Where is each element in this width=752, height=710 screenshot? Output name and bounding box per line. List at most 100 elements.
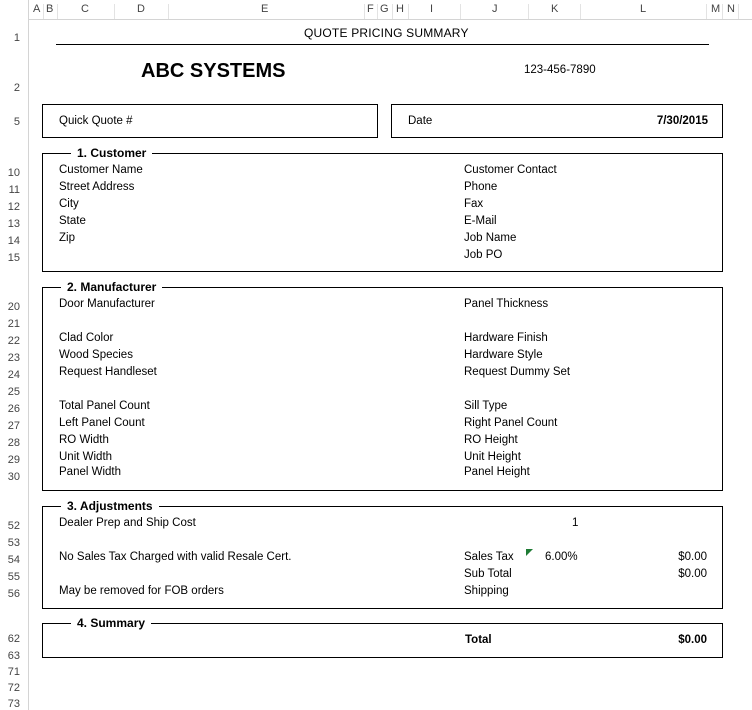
- row-header[interactable]: 29: [8, 454, 20, 466]
- column-header-l[interactable]: L: [640, 3, 646, 15]
- column-header-a[interactable]: A: [33, 3, 40, 15]
- date-label: Date: [408, 115, 433, 127]
- quick-quote-label: Quick Quote #: [59, 115, 133, 127]
- column-header-c[interactable]: C: [81, 3, 89, 15]
- panel-thickness-label: Panel Thickness: [464, 298, 549, 310]
- row-header[interactable]: 72: [8, 682, 20, 694]
- street-address-label: Street Address: [59, 181, 135, 193]
- state-label: State: [59, 215, 86, 227]
- row-header[interactable]: 53: [8, 537, 20, 549]
- customer-section: 1. Customer Customer Name Street Address…: [42, 146, 723, 272]
- row-header[interactable]: 5: [14, 116, 20, 128]
- row-header[interactable]: 22: [8, 335, 20, 347]
- row-header[interactable]: 1: [14, 32, 20, 44]
- column-header-f[interactable]: F: [367, 3, 374, 15]
- column-header-e[interactable]: E: [261, 3, 268, 15]
- column-header-j[interactable]: J: [492, 3, 498, 15]
- wood-species-label: Wood Species: [59, 349, 133, 361]
- column-header-k[interactable]: K: [551, 3, 558, 15]
- column-header-bar: A B C D E F G H I J K L M N: [0, 0, 752, 20]
- hardware-finish-label: Hardware Finish: [464, 332, 548, 344]
- row-header[interactable]: 30: [8, 471, 20, 483]
- row-header[interactable]: 27: [8, 420, 20, 432]
- column-header-m[interactable]: M: [711, 3, 720, 15]
- date-box[interactable]: Date 7/30/2015: [391, 104, 723, 138]
- row-header[interactable]: 2: [14, 82, 20, 94]
- door-manufacturer-label: Door Manufacturer: [59, 298, 155, 310]
- job-po-label: Job PO: [464, 249, 503, 261]
- row-header[interactable]: 10: [8, 167, 20, 179]
- customer-contact-label: Customer Contact: [464, 164, 557, 176]
- summary-section: 4. Summary Total $0.00: [42, 616, 723, 658]
- row-header[interactable]: 73: [8, 698, 20, 710]
- customer-section-title: 1. Customer: [71, 146, 153, 160]
- row-header[interactable]: 52: [8, 520, 20, 532]
- total-label: Total: [465, 634, 492, 646]
- sales-tax-rate[interactable]: 6.00%: [545, 551, 578, 563]
- request-dummy-set-label: Request Dummy Set: [464, 366, 571, 378]
- row-header[interactable]: 26: [8, 403, 20, 415]
- row-header[interactable]: 24: [8, 369, 20, 381]
- sales-tax-label: Sales Tax: [464, 551, 514, 563]
- row-header[interactable]: 56: [8, 588, 20, 600]
- ro-width-label: RO Width: [59, 434, 109, 446]
- hardware-style-label: Hardware Style: [464, 349, 543, 361]
- total-panel-count-label: Total Panel Count: [59, 400, 150, 412]
- row-header[interactable]: 12: [8, 201, 20, 213]
- row-header[interactable]: 20: [8, 301, 20, 313]
- select-all-corner[interactable]: [0, 0, 29, 19]
- date-value: 7/30/2015: [656, 115, 708, 127]
- unit-height-label: Unit Height: [464, 451, 521, 463]
- unit-width-label: Unit Width: [59, 451, 113, 463]
- row-header[interactable]: 25: [8, 386, 20, 398]
- left-panel-count-label: Left Panel Count: [59, 417, 145, 429]
- manufacturer-section: 2. Manufacturer Door Manufacturer Clad C…: [42, 280, 723, 491]
- quick-quote-box[interactable]: Quick Quote #: [42, 104, 378, 138]
- sill-type-label: Sill Type: [464, 400, 508, 412]
- column-header-n[interactable]: N: [727, 3, 735, 15]
- email-label: E-Mail: [464, 215, 497, 227]
- column-header-g[interactable]: G: [380, 3, 389, 15]
- row-header[interactable]: 23: [8, 352, 20, 364]
- row-header[interactable]: 21: [8, 318, 20, 330]
- sales-tax-amount: $0.00: [678, 551, 707, 563]
- row-header[interactable]: 13: [8, 218, 20, 230]
- column-header-h[interactable]: H: [396, 3, 404, 15]
- worksheet[interactable]: QUOTE PRICING SUMMARY ABC SYSTEMS 123-45…: [29, 20, 752, 710]
- comment-indicator-icon[interactable]: [526, 549, 533, 556]
- dealer-prep-value[interactable]: 1: [572, 517, 578, 529]
- adjustments-section: 3. Adjustments Dealer Prep and Ship Cost…: [42, 499, 723, 609]
- summary-section-title: 4. Summary: [71, 616, 152, 630]
- job-name-label: Job Name: [464, 232, 517, 244]
- row-header[interactable]: 63: [8, 650, 20, 662]
- dealer-prep-label: Dealer Prep and Ship Cost: [59, 517, 196, 529]
- row-header[interactable]: 11: [9, 184, 20, 196]
- subtotal-label: Sub Total: [464, 568, 512, 580]
- row-header[interactable]: 54: [8, 554, 20, 566]
- manufacturer-section-title: 2. Manufacturer: [61, 280, 163, 294]
- column-header-d[interactable]: D: [137, 3, 145, 15]
- sheet-title: QUOTE PRICING SUMMARY: [304, 26, 469, 40]
- right-panel-count-label: Right Panel Count: [464, 417, 558, 429]
- customer-name-label: Customer Name: [59, 164, 143, 176]
- fob-note: May be removed for FOB orders: [59, 585, 224, 597]
- column-header-i[interactable]: I: [430, 3, 433, 15]
- adjustments-section-title: 3. Adjustments: [61, 499, 159, 513]
- total-amount: $0.00: [678, 634, 707, 646]
- column-header-b[interactable]: B: [46, 3, 53, 15]
- phone-label: Phone: [464, 181, 498, 193]
- panel-width-label: Panel Width: [59, 466, 122, 478]
- row-header[interactable]: 62: [8, 633, 20, 645]
- row-header[interactable]: 28: [8, 437, 20, 449]
- row-header[interactable]: 55: [8, 571, 20, 583]
- company-phone: 123-456-7890: [524, 64, 596, 76]
- shipping-label: Shipping: [464, 585, 509, 597]
- title-underline: [56, 44, 709, 45]
- zip-label: Zip: [59, 232, 75, 244]
- request-handleset-label: Request Handleset: [59, 366, 157, 378]
- row-header[interactable]: 15: [8, 252, 20, 264]
- row-header[interactable]: 14: [8, 235, 20, 247]
- row-header[interactable]: 71: [8, 666, 20, 678]
- company-name: ABC SYSTEMS: [141, 60, 286, 82]
- fax-label: Fax: [464, 198, 484, 210]
